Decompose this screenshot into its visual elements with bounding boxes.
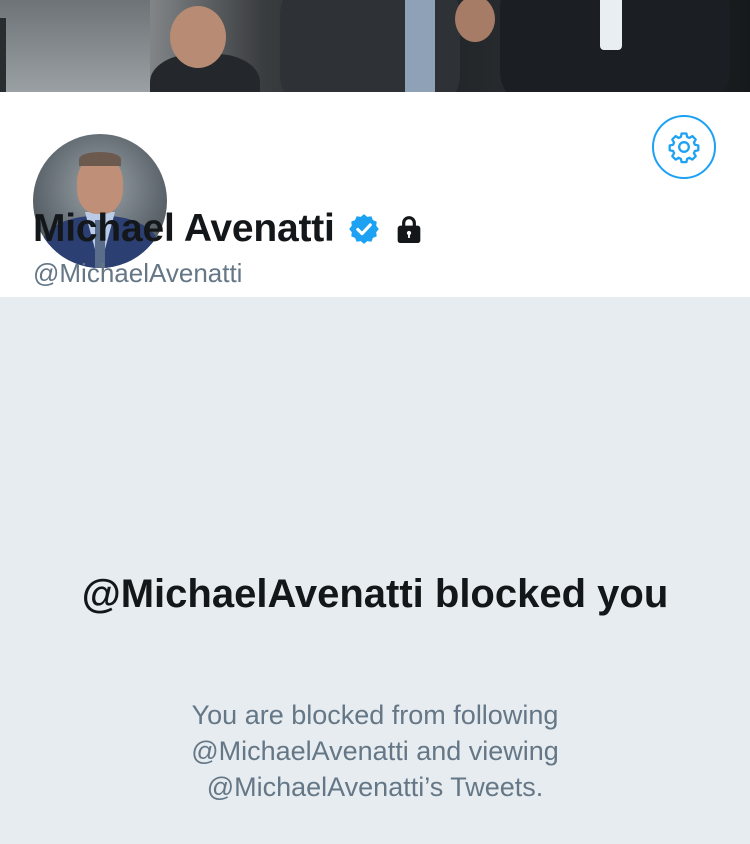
verified-badge-icon bbox=[347, 212, 381, 246]
blocked-notice: @MichaelAvenatti blocked you You are blo… bbox=[0, 297, 750, 844]
header-banner-image[interactable] bbox=[0, 0, 750, 92]
settings-button[interactable] bbox=[652, 115, 716, 179]
blocked-description: You are blocked from following @MichaelA… bbox=[191, 700, 559, 802]
profile-handle: @MichaelAvenatti bbox=[33, 258, 243, 288]
gear-icon bbox=[668, 132, 700, 164]
profile-page: Michael Avenatti @MichaelAvenatti @Micha… bbox=[0, 0, 750, 844]
display-name: Michael Avenatti bbox=[33, 207, 335, 250]
blocked-title: @MichaelAvenatti blocked you bbox=[81, 572, 669, 616]
profile-name-row: Michael Avenatti bbox=[33, 207, 425, 251]
lock-icon bbox=[393, 213, 425, 245]
